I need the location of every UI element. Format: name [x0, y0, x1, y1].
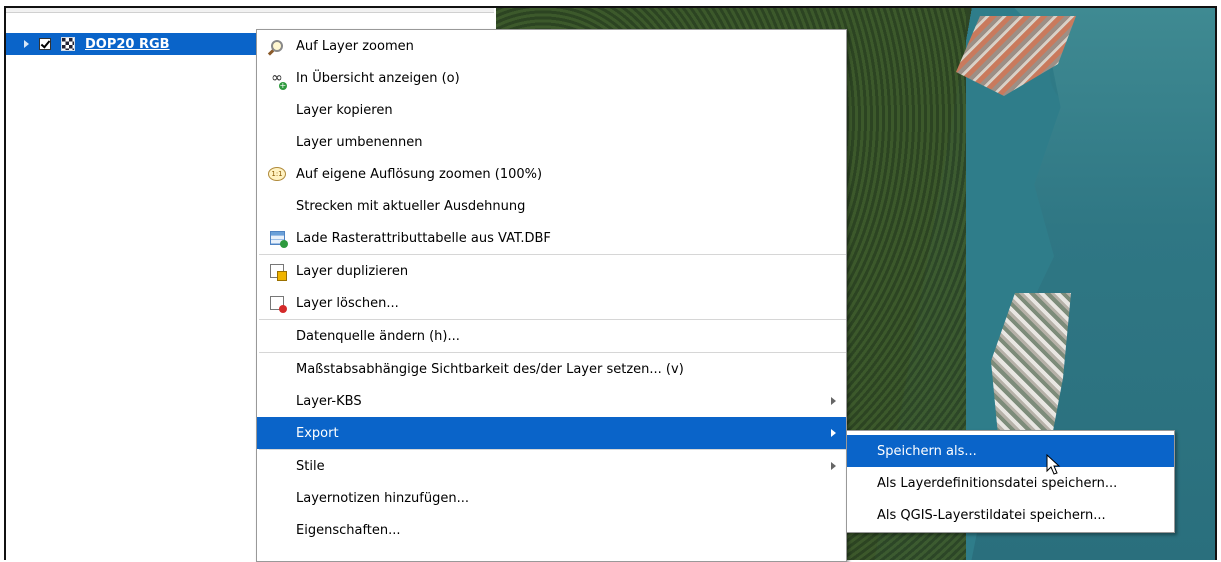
submenu-item-save-as[interactable]: Speichern als... [847, 435, 1174, 467]
menu-item-copy-layer[interactable]: Layer kopieren [257, 94, 846, 126]
menu-item-change-data-source[interactable]: Datenquelle ändern (h)... [257, 320, 846, 352]
submenu-item-save-layer-definition[interactable]: Als Layerdefinitionsdatei speichern... [847, 467, 1174, 499]
menu-item-properties[interactable]: Eigenschaften... [257, 514, 846, 546]
menu-item-duplicate-layer[interactable]: Layer duplizieren [257, 255, 846, 287]
menu-item-zoom-native-resolution[interactable]: 1:1 Auf eigene Auflösung zoomen (100%) [257, 158, 846, 190]
submenu-arrow-icon [831, 429, 836, 437]
menu-item-label: Auf eigene Auflösung zoomen (100%) [296, 166, 543, 182]
remove-layer-icon [268, 295, 287, 313]
layer-name[interactable]: DOP20 RGB [85, 37, 170, 52]
submenu-arrow-icon [831, 397, 836, 405]
menu-item-export[interactable]: Export [257, 417, 846, 449]
menu-item-label: Layer umbenennen [296, 134, 423, 150]
menu-item-label: Export [296, 425, 339, 441]
menu-item-show-in-overview[interactable]: ∞ + In Übersicht anzeigen (o) [257, 62, 846, 94]
menu-item-label: Strecken mit aktueller Ausdehnung [296, 198, 526, 214]
menu-item-styles[interactable]: Stile [257, 450, 846, 482]
menu-item-label: Layer löschen... [296, 295, 399, 311]
menu-item-stretch-current-extent[interactable]: Strecken mit aktueller Ausdehnung [257, 190, 846, 222]
menu-item-label: Lade Rasterattributtabelle aus VAT.DBF [296, 230, 551, 246]
menu-item-label: Speichern als... [877, 443, 977, 459]
layer-context-menu: Auf Layer zoomen ∞ + In Übersicht anzeige… [256, 29, 847, 562]
zoom-to-layer-icon [268, 38, 286, 54]
menu-item-set-scale-visibility[interactable]: Maßstabsabhängige Sichtbarkeit des/der L… [257, 353, 846, 385]
menu-item-label: Layer kopieren [296, 102, 393, 118]
menu-item-label: Layer duplizieren [296, 263, 409, 279]
show-in-overview-icon: ∞ + [271, 70, 287, 90]
duplicate-layer-icon [268, 263, 287, 281]
menu-item-load-raster-attribute-table[interactable]: Lade Rasterattributtabelle aus VAT.DBF [257, 222, 846, 254]
menu-item-label: Stile [296, 458, 325, 474]
raster-layer-icon [61, 37, 75, 51]
layers-toolbar [6, 8, 494, 13]
submenu-item-save-qgis-layer-style[interactable]: Als QGIS-Layerstildatei speichern... [847, 499, 1174, 531]
menu-item-label: In Übersicht anzeigen (o) [296, 70, 460, 86]
submenu-arrow-icon [831, 462, 836, 470]
menu-item-label: Layer-KBS [296, 393, 362, 409]
menu-item-label: Eigenschaften... [296, 522, 401, 538]
export-submenu: Speichern als... Als Layerdefinitionsdat… [846, 430, 1175, 533]
menu-item-layer-crs[interactable]: Layer-KBS [257, 385, 846, 417]
menu-item-remove-layer[interactable]: Layer löschen... [257, 287, 846, 319]
menu-item-rename-layer[interactable]: Layer umbenennen [257, 126, 846, 158]
menu-item-label: Maßstabsabhängige Sichtbarkeit des/der L… [296, 361, 684, 377]
zoom-native-resolution-icon: 1:1 [268, 166, 286, 182]
menu-item-label: Layernotizen hinzufügen... [296, 490, 469, 506]
menu-item-label: Auf Layer zoomen [296, 38, 414, 54]
menu-item-label: Als QGIS-Layerstildatei speichern... [877, 507, 1106, 523]
menu-item-label: Als Layerdefinitionsdatei speichern... [877, 475, 1118, 491]
attribute-table-icon [268, 230, 288, 248]
menu-item-zoom-to-layer[interactable]: Auf Layer zoomen [257, 30, 846, 62]
menu-item-add-layer-notes[interactable]: Layernotizen hinzufügen... [257, 482, 846, 514]
layer-visibility-checkbox[interactable] [39, 38, 51, 50]
menu-item-label: Datenquelle ändern (h)... [296, 328, 460, 344]
expand-arrow-icon[interactable] [24, 40, 29, 48]
